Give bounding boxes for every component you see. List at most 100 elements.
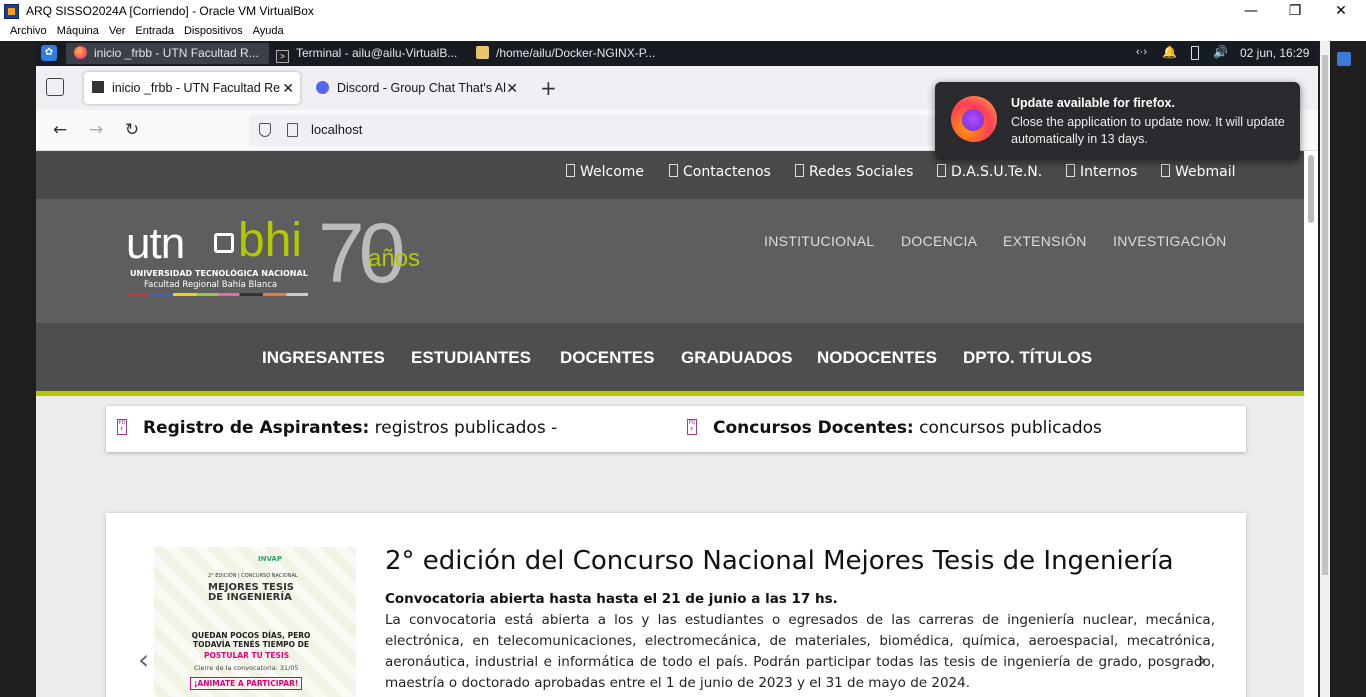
nav-docencia[interactable]: DOCENCIA [901, 233, 977, 249]
terminal-icon: > [276, 50, 289, 63]
tab-manager-icon[interactable] [46, 78, 64, 96]
notification-title: Update available for firefox. [1011, 96, 1175, 110]
notification-bell-icon[interactable]: 🔔 [1162, 45, 1177, 59]
close-tab-icon[interactable]: ✕ [282, 72, 294, 104]
main-navigation: INGRESANTES ESTUDIANTES DOCENTES GRADUAD… [36, 323, 1304, 391]
notice-registro[interactable]: Registro de Aspirantes: registros public… [143, 418, 557, 438]
task-firefox[interactable]: inicio _frbb - UTN Facultad R... [66, 43, 269, 64]
link-label: D.A.S.U.Te.N. [951, 164, 1043, 180]
notice-text: registros publicados - [369, 418, 558, 438]
news-image[interactable]: INVAP 2° EDICIÓN | CONCURSO NACIONAL MEJ… [154, 547, 356, 697]
notice-text: concursos publicados [913, 418, 1102, 438]
reload-icon[interactable]: ↻ [120, 118, 144, 142]
logo-line1: UNIVERSIDAD TECNOLÓGICA NACIONAL [130, 269, 308, 278]
window-title: ARQ SISSO2024A [Corriendo] - Oracle VM V… [26, 4, 314, 18]
url-text[interactable]: localhost [311, 122, 362, 137]
nav-estudiantes[interactable]: ESTUDIANTES [411, 348, 531, 368]
tab-utn[interactable]: inicio _frbb - UTN Facultad Re ✕ [84, 72, 300, 104]
forward-icon[interactable]: → [84, 118, 108, 142]
carousel-prev-icon[interactable]: ‹ [138, 643, 149, 676]
nav-graduados[interactable]: GRADUADOS [681, 348, 792, 368]
xfce-menu-icon[interactable]: ✿ [41, 45, 57, 61]
menu-dispositivos[interactable]: Dispositivos [174, 23, 243, 37]
notification-body: Close the application to update now. It … [1011, 115, 1285, 146]
link-label: Redes Sociales [809, 164, 914, 180]
utn-favicon-icon [92, 81, 104, 93]
link-internos[interactable]: Internos [1066, 164, 1137, 180]
menu-entrada[interactable]: Entrada [125, 23, 174, 37]
news-body: La convocatoria está abierta a los y las… [385, 612, 1215, 691]
image-headline: MEJORES TESIS DE INGENIERÍA [208, 582, 294, 603]
logo-line2: Facultad Regional Bahía Blanca [144, 280, 278, 290]
image-line2: POSTULAR TU TESIS [204, 651, 290, 660]
virtualbox-logo-icon [4, 4, 19, 19]
link-label: Welcome [580, 164, 645, 180]
news-title[interactable]: 2° edición del Concurso Nacional Mejores… [385, 546, 1174, 576]
link-icon [669, 164, 678, 177]
minimize-button[interactable]: — [1228, 0, 1274, 23]
link-icon [1161, 164, 1170, 177]
virtualbox-titlebar: ARQ SISSO2024A [Corriendo] - Oracle VM V… [0, 0, 1366, 23]
volume-icon[interactable]: 🔊 [1213, 45, 1228, 59]
page-scrollbar[interactable] [1304, 151, 1318, 697]
task-file-manager[interactable]: /home/ailu/Docker-NGINX-P... [474, 43, 674, 64]
image-line1: QUEDAN POCOS DÍAS, PERO TODAVÍA TENÉS TI… [191, 631, 311, 649]
shield-icon[interactable] [259, 123, 271, 137]
utn-logo[interactable]: utn bhi UNIVERSIDAD TECNOLÓGICA NACIONAL… [126, 206, 456, 303]
maximize-button[interactable]: ❐ [1272, 0, 1318, 23]
pdf-icon: PD F [117, 419, 127, 435]
vm-scrollbar-thumb[interactable] [1322, 55, 1328, 575]
close-window-button[interactable]: ✕ [1318, 0, 1364, 23]
link-dasuten[interactable]: D.A.S.U.Te.N. [937, 164, 1042, 180]
nav-dpto-titulos[interactable]: DPTO. TÍTULOS [963, 348, 1092, 368]
firefox-logo-icon [951, 96, 997, 142]
task-terminal[interactable]: > Terminal - ailu@ailu-VirtualB... [274, 43, 470, 64]
nav-institucional[interactable]: INSTITUCIONAL [764, 233, 874, 249]
nav-extension[interactable]: EXTENSIÓN [1003, 233, 1087, 249]
tab-label: Discord - Group Chat That's Al [337, 81, 506, 95]
link-label: Webmail [1175, 164, 1236, 180]
folder-icon [476, 46, 489, 59]
close-tab-icon[interactable]: ✕ [506, 72, 518, 104]
link-icon [566, 164, 575, 177]
menu-ayuda[interactable]: Ayuda [243, 23, 284, 37]
firefox-icon [74, 46, 87, 59]
back-icon[interactable]: ← [48, 118, 72, 142]
clock[interactable]: 02 jun, 16:29 [1240, 46, 1309, 60]
page-scrollbar-thumb[interactable] [1308, 155, 1314, 223]
vm-scrollbar[interactable] [1320, 41, 1330, 697]
image-edition: 2° EDICIÓN | CONCURSO NACIONAL [208, 573, 298, 579]
nav-nodocentes[interactable]: NODOCENTES [817, 348, 937, 368]
network-icon[interactable]: ‹·› [1136, 46, 1147, 58]
link-contactenos[interactable]: Contactenos [669, 164, 771, 180]
menu-maquina[interactable]: Máquina [47, 23, 99, 37]
menu-ver[interactable]: Ver [99, 23, 126, 37]
nav-docentes[interactable]: DOCENTES [560, 348, 654, 368]
battery-icon[interactable] [1191, 46, 1199, 60]
nav-ingresantes[interactable]: INGRESANTES [262, 348, 385, 368]
menu-archivo[interactable]: Archivo [0, 23, 47, 37]
nav-investigacion[interactable]: INVESTIGACIÓN [1113, 233, 1227, 249]
update-notification[interactable]: Update available for firefox. Close the … [935, 82, 1300, 160]
tab-discord[interactable]: Discord - Group Chat That's Al ✕ [308, 72, 524, 104]
image-line3: Cierre de la convocatoria: 31/05 [194, 664, 299, 672]
task-label: /home/ailu/Docker-NGINX-P... [496, 46, 656, 60]
vm-left-margin [0, 41, 36, 697]
virtualbox-menubar: Archivo Máquina Ver Entrada Dispositivos Ayud… [0, 23, 1366, 41]
logo-bhi: bhi [238, 214, 303, 267]
tab-label: inicio _frbb - UTN Facultad Re [112, 81, 281, 95]
link-welcome[interactable]: Welcome [566, 164, 644, 180]
page-icon[interactable] [287, 123, 298, 137]
utn-emblem-icon [214, 233, 234, 253]
link-redes-sociales[interactable]: Redes Sociales [795, 164, 913, 180]
notice-bold: Concursos Docentes: [713, 418, 914, 438]
notice-bar: PD F Registro de Aspirantes: registros p… [106, 406, 1246, 452]
link-webmail[interactable]: Webmail [1161, 164, 1236, 180]
new-tab-icon[interactable]: + [540, 76, 557, 100]
accent-bar [36, 391, 1304, 396]
logo-anos: años [368, 245, 421, 272]
firefox-window: inicio _frbb - UTN Facultad Re ✕ Discord… [36, 66, 1318, 697]
help-tray-icon[interactable] [1337, 52, 1351, 66]
link-label: Contactenos [683, 164, 771, 180]
notice-concursos[interactable]: Concursos Docentes: concursos publicados [713, 418, 1102, 438]
